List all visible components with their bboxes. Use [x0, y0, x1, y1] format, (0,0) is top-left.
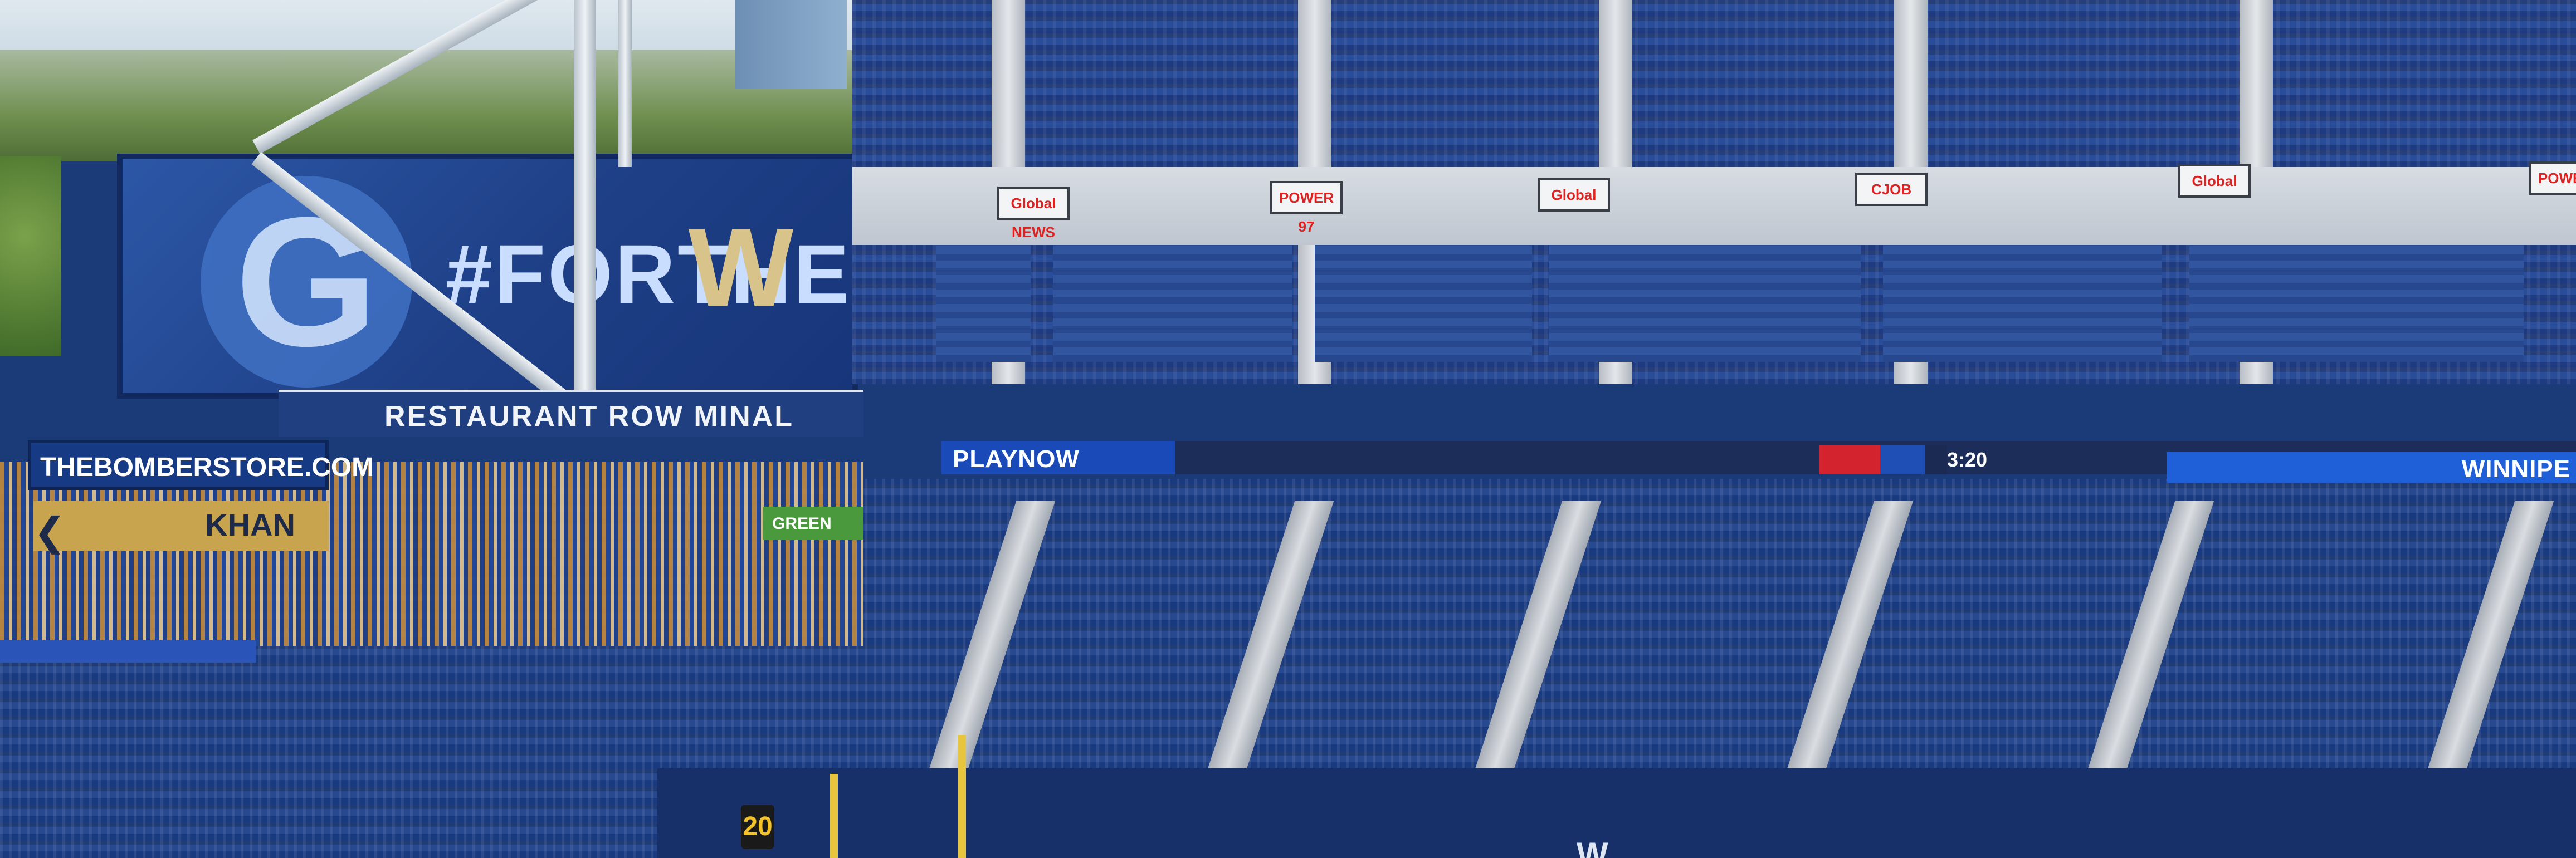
sponsor-sign: POWER 97: [1270, 181, 1343, 235]
g-logo: G: [201, 176, 412, 388]
sponsor-sign: Global NEWS: [997, 187, 1070, 241]
seat-section: [1549, 245, 1861, 362]
seat-section: [1883, 245, 2162, 362]
chevron-left-icon: ❮: [33, 510, 66, 553]
wall-w-logo: W: [1577, 836, 1608, 858]
winnipeg-ribbon-ad: WINNIPE: [2167, 452, 2576, 483]
glass-tower: [735, 0, 847, 89]
sponsor-sign: Global: [2178, 164, 2251, 198]
away-team-score: [1819, 445, 1880, 474]
sponsor-sign: Global: [1538, 178, 1610, 212]
seat-section: [1053, 245, 1292, 362]
suite-level: [852, 167, 2576, 245]
sponsor-sign: CJOB: [1855, 173, 1928, 206]
bomber-store-text: THEBOMBERSTORE.COM: [40, 453, 374, 482]
lower-railing: [0, 640, 256, 663]
score-bug: [1819, 445, 1947, 474]
playnow-text: PLAYNOW: [953, 445, 1080, 473]
bomber-store-sign: THEBOMBERSTORE.COM: [28, 440, 374, 490]
winnipeg-text: WINNIPE: [2461, 455, 2570, 483]
green-ad-text: GREEN: [772, 514, 832, 533]
game-clock: 3:20: [1947, 448, 1988, 471]
playnow-ribbon-ad: PLAYNOW: [941, 441, 1175, 474]
truss-pole: [574, 0, 596, 401]
stadium-photo: G #FORTHE W RESTAURANT ROW MINAL Global …: [0, 0, 2576, 858]
khan-sign: KHAN: [33, 501, 329, 551]
seat-section: [936, 245, 1031, 362]
seat-section: [1315, 245, 1532, 362]
khan-text: KHAN: [205, 507, 295, 542]
w-logo: W: [688, 205, 794, 330]
seat-section: [2189, 245, 2524, 362]
home-team-score: [1880, 445, 1925, 474]
restaurant-row-band: RESTAURANT ROW MINAL: [279, 390, 863, 437]
forthew-billboard: G #FORTHE W: [117, 154, 858, 399]
yard-marker: 20: [741, 805, 774, 849]
sponsor-sign: POWER: [2529, 161, 2576, 195]
restaurant-row-text: RESTAURANT ROW MINAL: [384, 400, 794, 433]
goalpost: [958, 735, 966, 858]
green-ad-board: GREEN: [763, 507, 863, 540]
truss-pole: [618, 0, 632, 167]
tree: [0, 156, 61, 356]
field-wall: [657, 768, 2576, 858]
goalpost: [830, 774, 838, 858]
